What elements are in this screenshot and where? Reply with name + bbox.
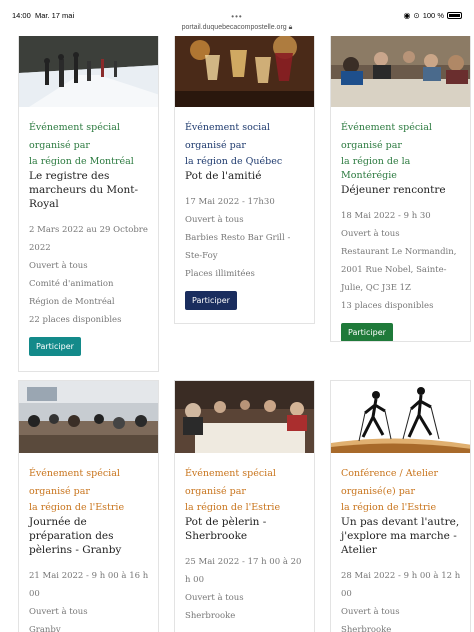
event-location: Sherbrooke bbox=[185, 611, 236, 621]
event-date: 21 Mai 2022 - 9 h 00 à 16 h 00 bbox=[29, 571, 149, 599]
event-title[interactable]: Pot de pèlerin - Sherbrooke bbox=[185, 515, 308, 543]
url-bar[interactable]: portail.duquebecacompostelle.org 🔒︎ bbox=[0, 24, 474, 32]
event-places: 22 places disponibles bbox=[29, 315, 122, 325]
event-card: Événement spécial organisé par la région… bbox=[330, 34, 471, 342]
event-image-nordic-walkers[interactable] bbox=[331, 381, 470, 453]
event-category: Événement spécial organisé par bbox=[185, 468, 276, 497]
status-bar: 14:00 Mar. 17 mai ••• portail.duquebecac… bbox=[0, 0, 474, 36]
battery-percent: 100 % bbox=[422, 11, 444, 20]
event-image-restaurant-group[interactable] bbox=[331, 35, 470, 107]
event-region: la région de l'Estrie bbox=[341, 502, 437, 513]
event-title[interactable]: Un pas devant l'autre, j'explore ma marc… bbox=[341, 515, 464, 557]
event-location: Région de Montréal bbox=[29, 297, 115, 307]
event-image-dinner-table[interactable] bbox=[175, 381, 314, 453]
alarm-icon: ⊙ bbox=[413, 11, 420, 20]
url-text: portail.duquebecacompostelle.org bbox=[181, 24, 287, 31]
event-region: la région de Québec bbox=[185, 156, 283, 167]
wifi-icon: ◉ bbox=[403, 11, 411, 20]
event-region: la région de l'Estrie bbox=[185, 502, 281, 513]
event-location: Restaurant Le Normandin, 2001 Rue Nobel,… bbox=[341, 247, 457, 293]
event-date: 25 Mai 2022 - 17 h 00 à 20 h 00 bbox=[185, 557, 302, 585]
event-location: Granby bbox=[29, 625, 61, 632]
event-category: Événement social organisé par bbox=[185, 122, 270, 151]
event-region: la région de l'Estrie bbox=[29, 502, 125, 513]
event-date: 28 Mai 2022 - 9 h 00 à 12 h 00 bbox=[341, 571, 461, 599]
event-places: 13 places disponibles bbox=[341, 301, 434, 311]
event-category: Événement spécial organisé par bbox=[29, 468, 120, 497]
event-audience: Ouvert à tous bbox=[341, 607, 400, 617]
event-audience: Ouvert à tous bbox=[185, 593, 244, 603]
event-date: 2 Mars 2022 au 29 Octobre 2022 bbox=[29, 225, 148, 253]
event-audience: Ouvert à tous bbox=[185, 215, 244, 225]
event-organizer: Comité d'animation bbox=[29, 279, 114, 289]
participate-button[interactable]: Participer bbox=[185, 291, 237, 310]
battery-icon bbox=[447, 12, 462, 19]
event-card: Événement spécial organisé par la région… bbox=[18, 34, 159, 372]
participate-button[interactable]: Participer bbox=[29, 337, 81, 356]
event-card: Événement social organisé par la région … bbox=[174, 34, 315, 324]
participate-button[interactable]: Participer bbox=[341, 323, 393, 341]
lock-icon: 🔒︎ bbox=[288, 24, 293, 31]
event-image-wine-glasses[interactable] bbox=[175, 35, 314, 107]
event-places: Places illimitées bbox=[185, 269, 255, 279]
event-region: la région de la Montérégie bbox=[341, 156, 411, 181]
event-location: Barbies Resto Bar Grill - Ste-Foy bbox=[185, 233, 291, 261]
event-image-conference-room[interactable] bbox=[19, 381, 158, 453]
event-category: Événement spécial organisé par bbox=[341, 122, 432, 151]
event-title[interactable]: Journée de préparation des pèlerins - Gr… bbox=[29, 515, 152, 557]
event-audience: Ouvert à tous bbox=[29, 261, 88, 271]
event-title[interactable]: Pot de l'amitié bbox=[185, 169, 308, 183]
event-region: la région de Montréal bbox=[29, 156, 134, 167]
event-card: Événement spécial organisé par la région… bbox=[174, 380, 315, 632]
event-title[interactable]: Déjeuner rencontre bbox=[341, 183, 464, 197]
event-title[interactable]: Le registre des marcheurs du Mont-Royal bbox=[29, 169, 152, 211]
event-image-snow-walkers[interactable] bbox=[19, 35, 158, 107]
event-card: Conférence / Atelier organisé(e) par la … bbox=[330, 380, 471, 632]
event-location: Sherbrooke bbox=[341, 625, 392, 632]
event-card: Événement spécial organisé par la région… bbox=[18, 380, 159, 632]
event-audience: Ouvert à tous bbox=[29, 607, 88, 617]
event-audience: Ouvert à tous bbox=[341, 229, 400, 239]
event-date: 18 Mai 2022 - 9 h 30 bbox=[341, 211, 431, 221]
status-right: ◉ ⊙ 100 % bbox=[403, 11, 462, 20]
event-category: Événement spécial organisé par bbox=[29, 122, 120, 151]
event-category: Conférence / Atelier organisé(e) par bbox=[341, 468, 439, 497]
event-date: 17 Mai 2022 - 17h30 bbox=[185, 197, 275, 207]
